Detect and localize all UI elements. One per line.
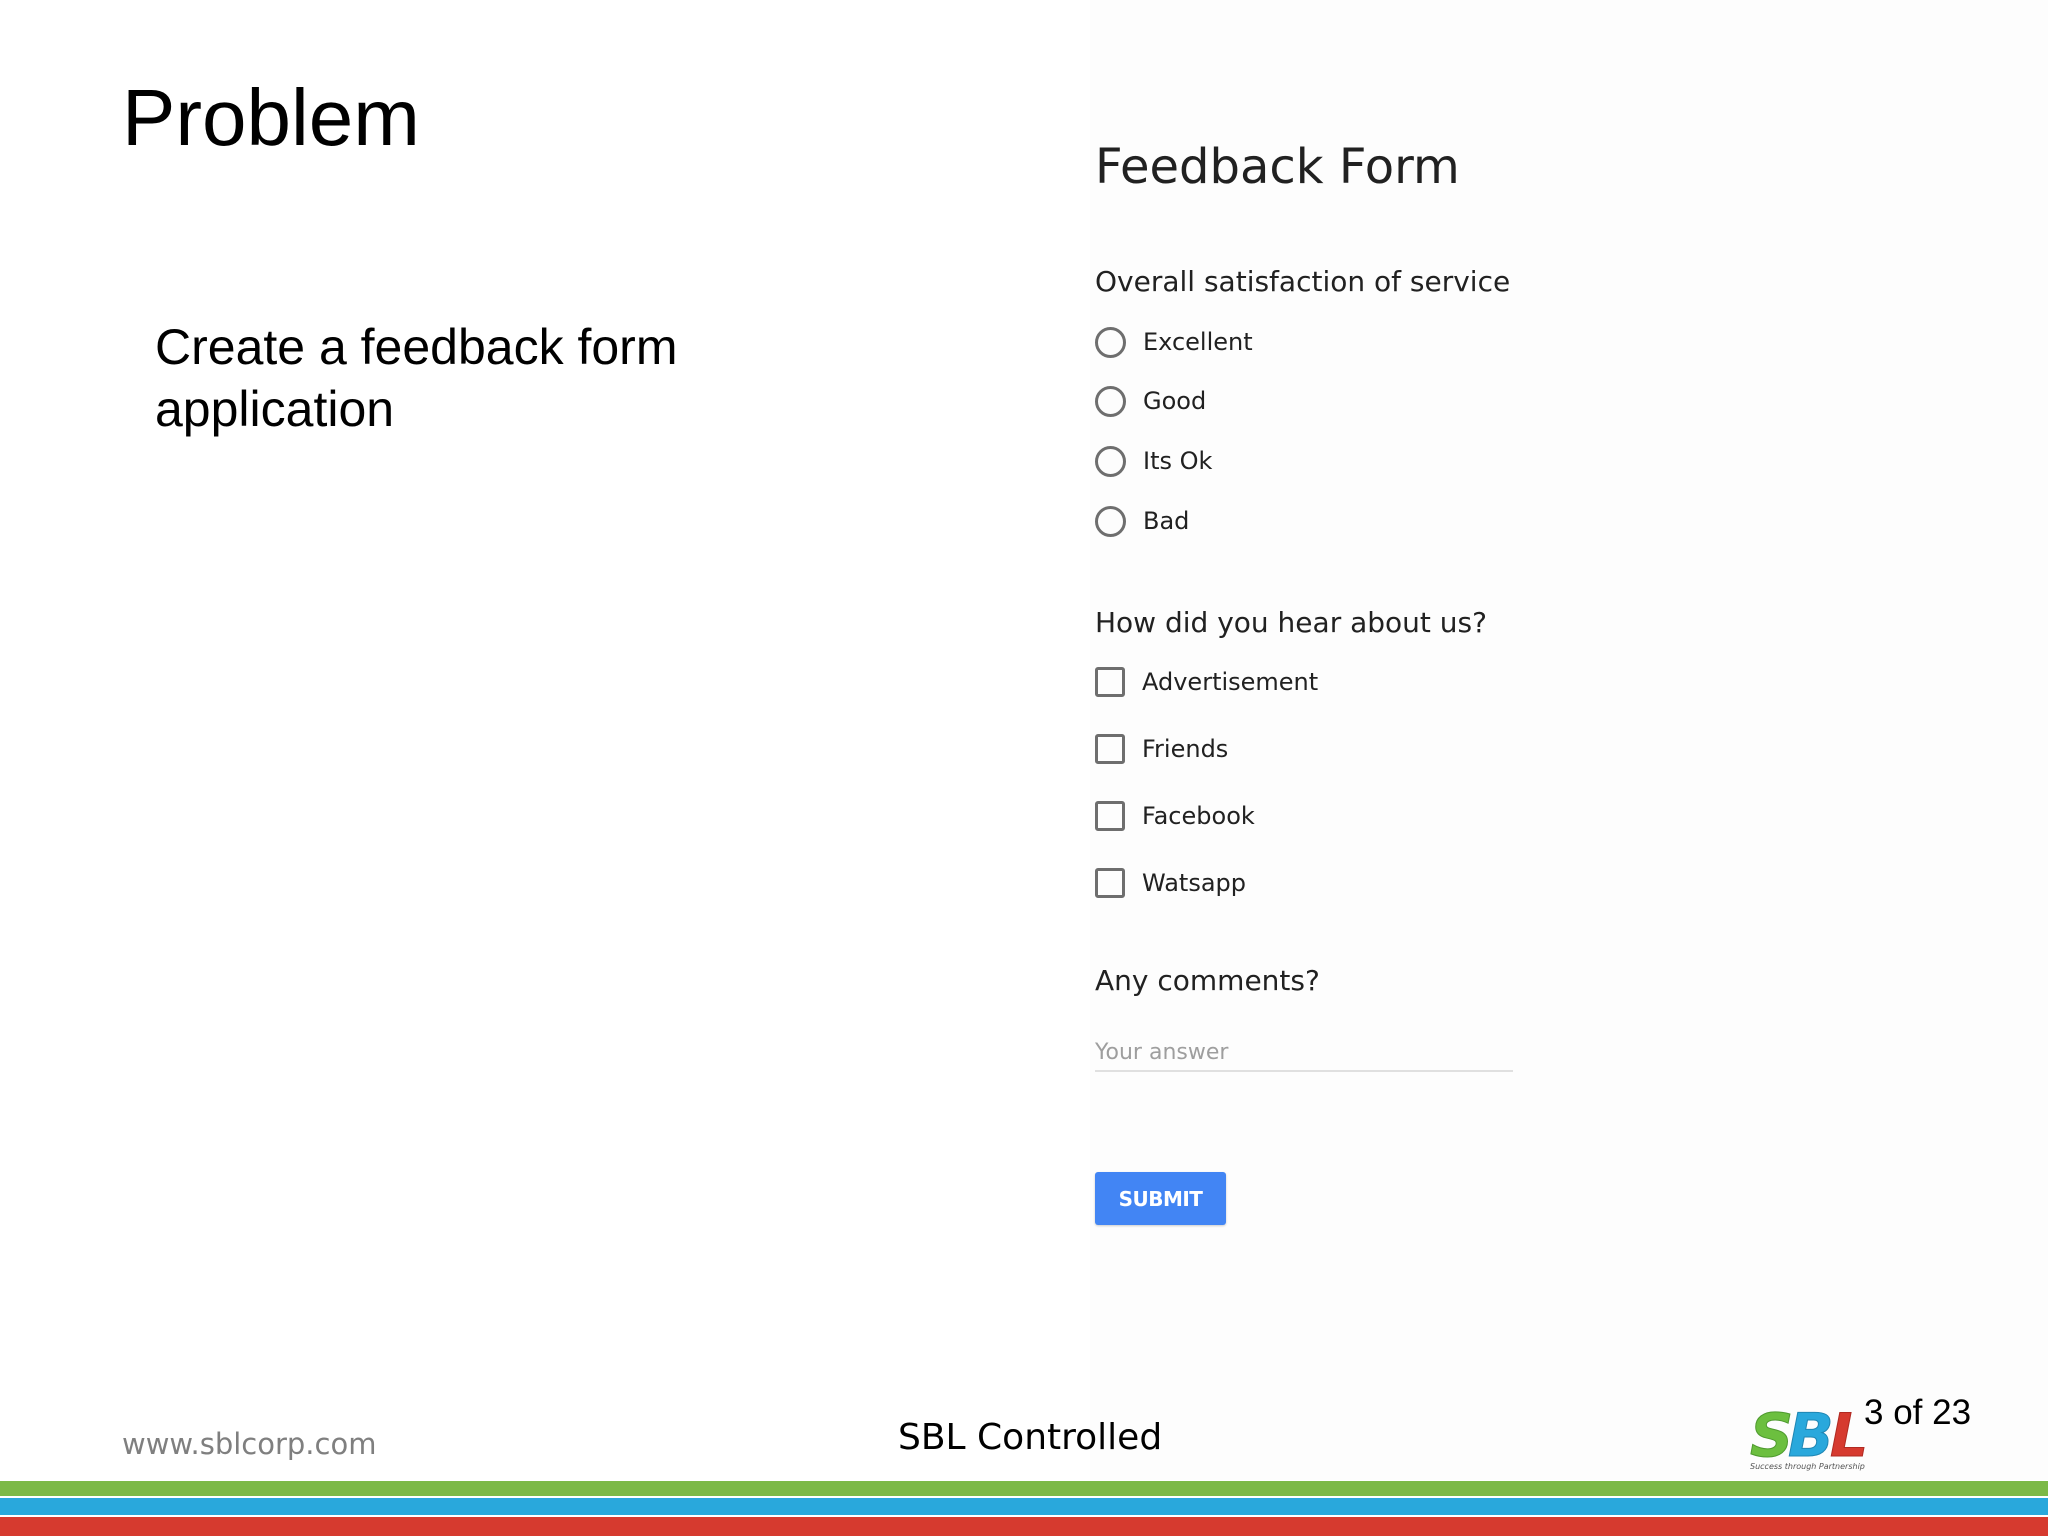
checkbox[interactable]: [1095, 667, 1125, 697]
question-comments: Any comments?: [1095, 964, 1320, 997]
sbl-logo: S B L Success through Partnership: [1750, 1401, 1869, 1472]
option-label: Good: [1143, 387, 1207, 415]
svg-text:L: L: [1830, 1401, 1868, 1471]
radio-button[interactable]: [1095, 505, 1126, 537]
submit-button[interactable]: SUBMIT: [1095, 1172, 1226, 1225]
comments-input[interactable]: [1095, 1034, 1513, 1072]
feedback-form-panel: [1090, 0, 2048, 1480]
radio-option-its-ok[interactable]: Its Ok: [1095, 445, 1212, 477]
problem-statement: Create a feedback form application: [155, 319, 678, 437]
radio-option-bad[interactable]: Bad: [1095, 505, 1189, 537]
question-satisfaction: Overall satisfaction of service: [1095, 265, 1511, 298]
slide: Problem Create a feedback form applicati…: [0, 0, 2048, 1536]
slide-title: Problem: [122, 73, 420, 162]
footer-stripe-red: [0, 1517, 2048, 1536]
option-label: Watsapp: [1142, 869, 1246, 897]
radio-option-good[interactable]: Good: [1095, 385, 1206, 417]
footer-stripe-blue: [0, 1498, 2048, 1515]
footer-stripe-green: [0, 1481, 2048, 1496]
footer-classification: SBL Controlled: [898, 1417, 1163, 1458]
option-label: Facebook: [1142, 802, 1255, 830]
radio-button[interactable]: [1095, 326, 1126, 358]
checkbox[interactable]: [1095, 801, 1125, 831]
option-label: Bad: [1143, 507, 1190, 535]
radio-button[interactable]: [1095, 445, 1126, 477]
footer-url: www.sblcorp.com: [122, 1427, 377, 1461]
option-label: Advertisement: [1142, 668, 1319, 696]
svg-text:B: B: [1788, 1401, 1834, 1471]
option-label: Excellent: [1143, 328, 1253, 356]
form-title: Feedback Form: [1095, 139, 1460, 195]
checkbox[interactable]: [1095, 734, 1125, 764]
checkbox-option-facebook[interactable]: Facebook: [1095, 800, 1255, 832]
radio-option-excellent[interactable]: Excellent: [1095, 326, 1253, 358]
checkbox-option-advertisement[interactable]: Advertisement: [1095, 666, 1318, 698]
checkbox[interactable]: [1095, 868, 1125, 898]
option-label: Friends: [1142, 735, 1229, 763]
page-number: 3 of 23: [1864, 1393, 1972, 1432]
svg-text:S: S: [1750, 1401, 1793, 1471]
svg-text:Success through Partnership: Success through Partnership: [1750, 1462, 1865, 1471]
question-source: How did you hear about us?: [1095, 606, 1487, 639]
option-label: Its Ok: [1143, 447, 1213, 475]
checkbox-option-friends[interactable]: Friends: [1095, 733, 1228, 765]
radio-button[interactable]: [1095, 385, 1126, 417]
checkbox-option-watsapp[interactable]: Watsapp: [1095, 867, 1246, 899]
